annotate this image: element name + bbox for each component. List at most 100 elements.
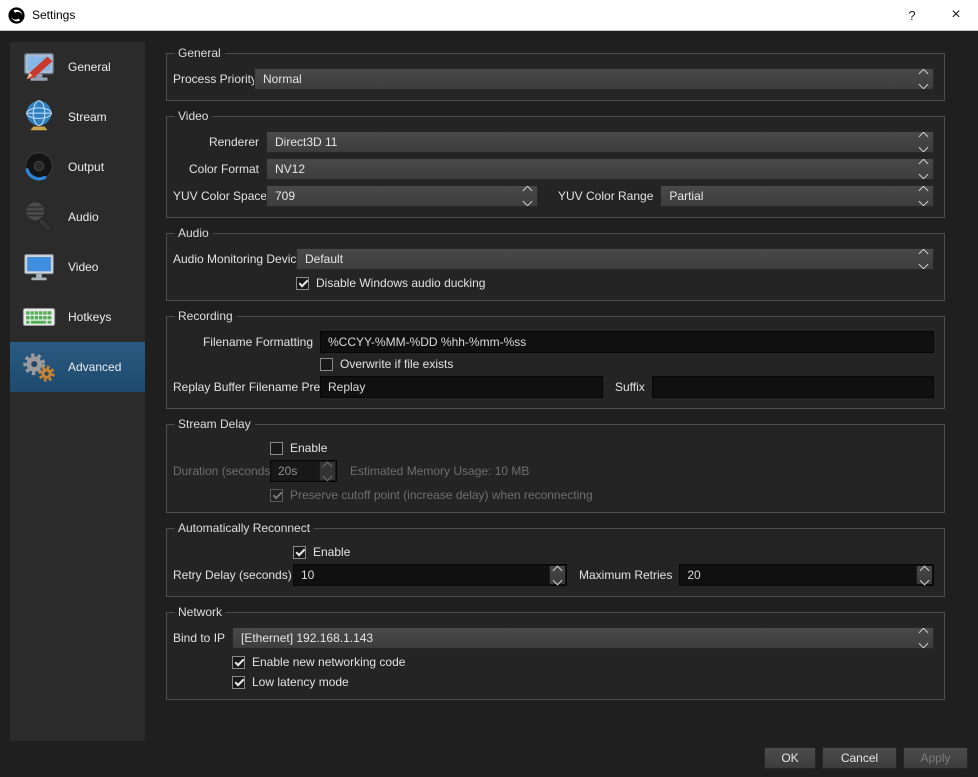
- help-button[interactable]: ?: [890, 0, 934, 30]
- new-networking-row: Enable new networking code: [232, 655, 934, 669]
- output-icon: [18, 146, 60, 188]
- disable-ducking-label[interactable]: Disable Windows audio ducking: [316, 276, 485, 290]
- suffix-input[interactable]: [651, 376, 934, 398]
- dialog-buttons: OK Cancel Apply: [764, 747, 968, 769]
- window-title: Settings: [32, 8, 76, 22]
- sidebar-item-general[interactable]: General: [10, 42, 145, 92]
- process-priority-value: Normal: [263, 72, 302, 86]
- filename-formatting-input[interactable]: [320, 331, 934, 353]
- chevron-down-icon: [918, 638, 929, 648]
- chevron-up-icon: [918, 186, 929, 196]
- stream-delay-enable-checkbox[interactable]: [270, 441, 283, 455]
- duration-label: Duration (seconds): [173, 464, 275, 478]
- yuv-color-space-select[interactable]: 709: [266, 185, 538, 207]
- chevron-up-icon: [552, 565, 563, 575]
- sidebar-item-audio[interactable]: Audio: [10, 192, 145, 242]
- audio-monitoring-select[interactable]: Default: [296, 248, 934, 270]
- sidebar-item-video[interactable]: Video: [10, 242, 145, 292]
- chevron-down-icon: [918, 79, 929, 89]
- overwrite-checkbox[interactable]: [320, 357, 333, 371]
- chevron-up-icon: [918, 249, 929, 259]
- replay-prefix-input[interactable]: [320, 376, 603, 398]
- chevron-up-icon: [918, 159, 929, 169]
- low-latency-row: Low latency mode: [232, 675, 934, 689]
- sidebar-item-output[interactable]: Output: [10, 142, 145, 192]
- renderer-row: Renderer Direct3D 11: [173, 131, 934, 153]
- low-latency-label[interactable]: Low latency mode: [252, 675, 349, 689]
- renderer-select[interactable]: Direct3D 11: [266, 131, 934, 153]
- estimated-memory-label: Estimated Memory Usage: 10 MB: [350, 464, 530, 478]
- group-stream-delay-title: Stream Delay: [178, 417, 251, 431]
- general-icon: [18, 46, 60, 88]
- chevron-up-icon: [522, 186, 533, 196]
- chevron-down-icon: [552, 575, 563, 585]
- maximum-retries-value: 20: [687, 568, 701, 582]
- chevron-up-icon: [918, 132, 929, 142]
- ok-button[interactable]: OK: [764, 747, 816, 769]
- video-icon: [18, 246, 60, 288]
- spinner-buttons: [319, 461, 335, 481]
- new-networking-label[interactable]: Enable new networking code: [252, 655, 405, 669]
- sidebar-item-hotkeys[interactable]: Hotkeys: [10, 292, 145, 342]
- process-priority-label: Process Priority: [173, 72, 258, 86]
- combo-arrows: [916, 69, 931, 89]
- settings-sidebar: General Stream Output Audio Video Hotkey…: [10, 42, 145, 741]
- combo-arrows: [916, 186, 931, 206]
- sidebar-item-label: Output: [68, 160, 105, 174]
- combo-arrows: [916, 249, 931, 269]
- group-network-title: Network: [178, 605, 223, 619]
- retry-delay-spinbox[interactable]: 10: [293, 564, 567, 586]
- maximum-retries-label: Maximum Retries: [579, 568, 673, 582]
- group-general-title: General: [178, 46, 221, 60]
- sidebar-item-label: Audio: [68, 210, 99, 224]
- replay-prefix-row: Replay Buffer Filename Prefix Suffix: [173, 376, 934, 398]
- chevron-up-icon: [918, 69, 929, 79]
- sidebar-item-label: Advanced: [68, 360, 122, 374]
- group-recording-title: Recording: [178, 309, 233, 323]
- bind-ip-select[interactable]: [Ethernet] 192.168.1.143: [232, 627, 934, 649]
- retry-delay-row: Retry Delay (seconds) 10 Maximum Retries…: [173, 564, 934, 586]
- bind-ip-label: Bind to IP: [173, 631, 226, 645]
- overwrite-label[interactable]: Overwrite if file exists: [340, 357, 453, 371]
- combo-arrows: [916, 159, 931, 179]
- maximum-retries-spinbox[interactable]: 20: [679, 564, 934, 586]
- new-networking-checkbox[interactable]: [232, 655, 245, 669]
- low-latency-checkbox[interactable]: [232, 675, 245, 689]
- combo-arrows: [916, 628, 931, 648]
- chevron-down-icon: [918, 196, 929, 206]
- sidebar-item-stream[interactable]: Stream: [10, 92, 145, 142]
- chevron-down-icon: [918, 142, 929, 152]
- bind-ip-row: Bind to IP [Ethernet] 192.168.1.143: [173, 627, 934, 649]
- stream-delay-enable-label[interactable]: Enable: [290, 441, 327, 455]
- yuv-color-range-select[interactable]: Partial: [660, 185, 934, 207]
- chevron-up-icon: [918, 628, 929, 638]
- settings-content: General Process Priority Normal Video Re…: [166, 46, 945, 708]
- apply-button[interactable]: Apply: [903, 747, 968, 769]
- overwrite-row: Overwrite if file exists: [320, 357, 934, 371]
- reconnect-enable-label[interactable]: Enable: [313, 545, 350, 559]
- chevron-down-icon: [322, 471, 333, 481]
- renderer-value: Direct3D 11: [275, 135, 338, 149]
- spinner-buttons[interactable]: [916, 565, 932, 585]
- bind-ip-value: [Ethernet] 192.168.1.143: [241, 631, 374, 645]
- filename-formatting-label: Filename Formatting: [202, 335, 313, 349]
- reconnect-enable-checkbox[interactable]: [293, 545, 306, 559]
- duration-spinbox: 20s: [270, 460, 337, 482]
- process-priority-select[interactable]: Normal: [254, 68, 934, 90]
- reconnect-enable-row: Enable: [293, 545, 934, 559]
- sidebar-item-advanced[interactable]: Advanced: [10, 342, 145, 392]
- spinner-buttons[interactable]: [549, 565, 565, 585]
- hotkeys-icon: [18, 296, 60, 338]
- preserve-cutoff-checkbox: [270, 488, 283, 502]
- chevron-up-icon: [322, 461, 333, 471]
- close-button[interactable]: ×: [934, 0, 978, 30]
- color-format-row: Color Format NV12: [173, 158, 934, 180]
- color-format-select[interactable]: NV12: [266, 158, 934, 180]
- yuv-row: YUV Color Space 709 YUV Color Range Part…: [173, 185, 934, 207]
- yuv-color-space-label: YUV Color Space: [173, 189, 268, 203]
- disable-ducking-checkbox[interactable]: [296, 276, 309, 290]
- cancel-button[interactable]: Cancel: [822, 747, 897, 769]
- advanced-gears-icon: [18, 346, 60, 388]
- group-audio-title: Audio: [178, 226, 209, 240]
- preserve-cutoff-label: Preserve cutoff point (increase delay) w…: [290, 488, 593, 502]
